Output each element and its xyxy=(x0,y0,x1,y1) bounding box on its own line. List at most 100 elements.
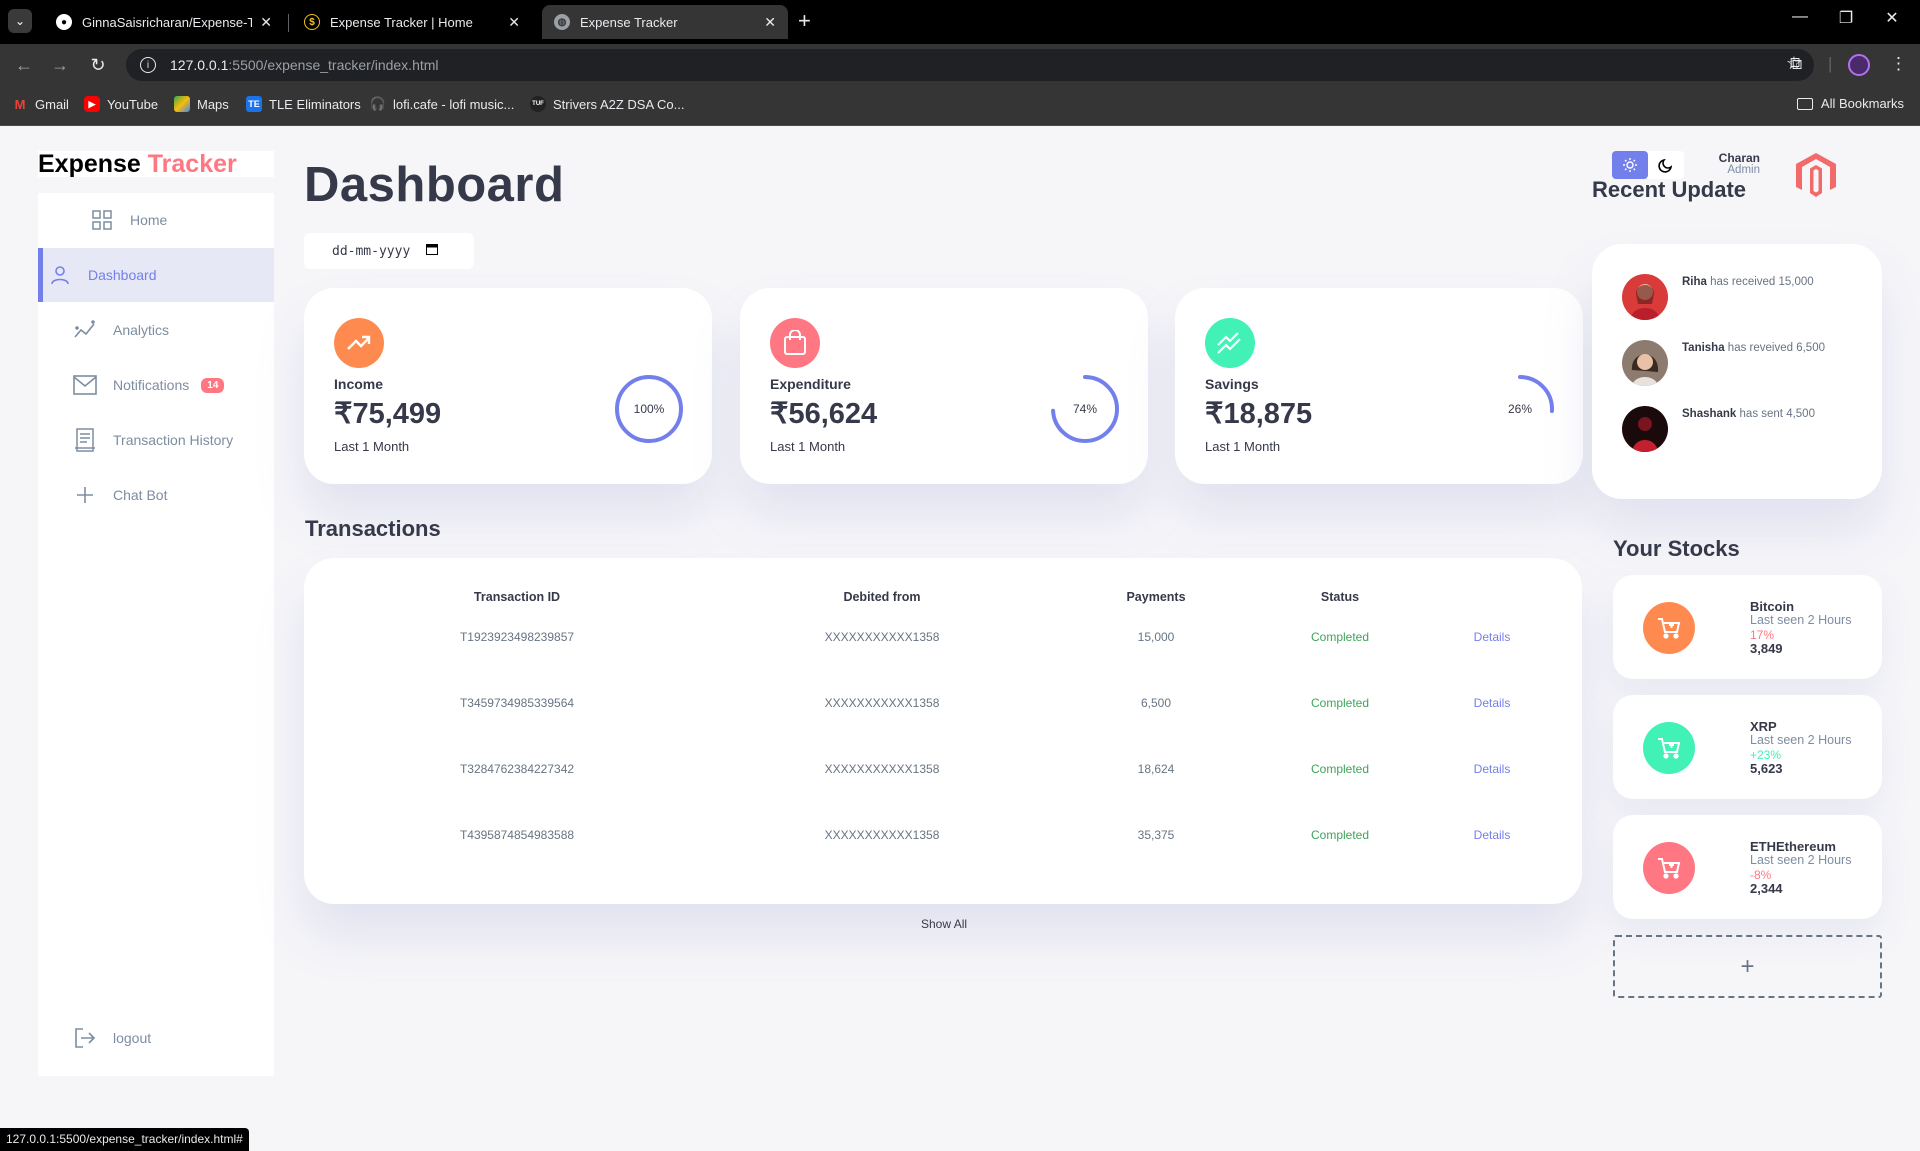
date-input[interactable]: dd-mm-yyyy xyxy=(304,233,474,269)
sidebar-item-label: logout xyxy=(113,1030,152,1046)
browser-tab-active[interactable]: ◍ Expense Tracker ✕ xyxy=(542,5,788,39)
column-header: Payments xyxy=(1126,590,1186,604)
details-link[interactable]: Details xyxy=(1474,762,1511,776)
page-title: Dashboard xyxy=(304,158,565,212)
trending-up-icon xyxy=(334,318,384,368)
status-text: Completed xyxy=(1310,696,1370,710)
close-icon[interactable]: ✕ xyxy=(764,14,776,31)
bookmark-youtube[interactable]: ▶ YouTube xyxy=(84,96,158,112)
extensions-icon[interactable]: ⧉ xyxy=(1790,54,1802,74)
plus-icon xyxy=(73,483,97,507)
bookmark-tle[interactable]: TE TLE Eliminators xyxy=(246,96,361,112)
update-item: Tanisha has reveived 6,500 xyxy=(1622,340,1872,388)
sidebar-item-chat-bot[interactable]: Chat Bot xyxy=(38,468,274,522)
browser-tab-home[interactable]: $ Expense Tracker | Home ✕ xyxy=(292,5,532,39)
card-period: Last 1 Month xyxy=(334,439,410,454)
browser-toolbar: ← → ↻ i 127.0.0.1:5500/expense_tracker/i… xyxy=(0,44,1920,86)
notifications-badge: 14 xyxy=(201,377,225,393)
mail-icon xyxy=(73,373,97,397)
url-text: 127.0.0.1:5500/expense_tracker/index.htm… xyxy=(170,57,439,73)
transactions-table: Transaction ID Debited from Payments Sta… xyxy=(304,558,1582,904)
stock-card-xrp[interactable]: XRP Last seen 2 Hours +23% 5,623 xyxy=(1613,695,1882,799)
coin-icon: $ xyxy=(304,14,320,30)
tab-title: GinnaSaisricharan/Expense-Trac xyxy=(82,14,253,30)
table-row: T4395874854983588 XXXXXXXXXXX1358 35,375… xyxy=(304,828,1582,848)
card-amount: ₹56,624 xyxy=(770,398,878,430)
table-row: T3459734985339564 XXXXXXXXXXX1358 6,500 … xyxy=(304,696,1582,716)
progress-percent: 26% xyxy=(1507,402,1533,416)
address-bar[interactable]: i 127.0.0.1:5500/expense_tracker/index.h… xyxy=(126,49,1814,81)
sidebar-item-dashboard[interactable]: Dashboard xyxy=(38,248,274,302)
browser-tab-github[interactable]: ● GinnaSaisricharan/Expense-Trac ✕ xyxy=(44,5,284,39)
date-placeholder: dd-mm-yyyy xyxy=(332,243,411,259)
bookmark-gmail[interactable]: M Gmail xyxy=(12,96,69,112)
bookmark-maps[interactable]: Maps xyxy=(174,96,229,112)
add-stock-button[interactable]: + xyxy=(1613,935,1882,998)
table-row: T1923923498239857 XXXXXXXXXXX1358 15,000… xyxy=(304,630,1582,650)
shopping-bag-icon xyxy=(770,318,820,368)
expenditure-card: Expenditure ₹56,624 Last 1 Month 74% xyxy=(740,288,1148,484)
show-all-link[interactable]: Show All xyxy=(921,917,967,931)
sidebar-item-home[interactable]: Home xyxy=(38,193,274,247)
calendar-icon[interactable] xyxy=(426,243,439,259)
back-icon[interactable]: ← xyxy=(12,53,36,77)
forward-icon[interactable]: → xyxy=(48,53,72,77)
sidebar-item-transaction-history[interactable]: Transaction History xyxy=(38,413,274,467)
card-label: Expenditure xyxy=(770,376,851,392)
column-header: Debited from xyxy=(843,590,921,604)
sun-icon[interactable] xyxy=(1612,151,1648,179)
debited-from: XXXXXXXXXXX1358 xyxy=(824,630,940,644)
bookmark-strivers[interactable]: TUF Strivers A2Z DSA Co... xyxy=(530,96,685,112)
new-tab-button[interactable]: + xyxy=(798,10,811,32)
details-link[interactable]: Details xyxy=(1474,696,1511,710)
status-text: Completed xyxy=(1310,828,1370,842)
site-info-icon[interactable]: i xyxy=(140,57,156,73)
profile-avatar[interactable] xyxy=(1848,54,1870,76)
sidebar-item-label: Dashboard xyxy=(88,267,157,283)
recent-update-title: Recent Update xyxy=(1592,177,1747,202)
update-text: Riha has received 15,000 xyxy=(1682,276,1814,288)
logout-icon xyxy=(73,1026,97,1050)
status-bar-url: 127.0.0.1:5500/expense_tracker/index.htm… xyxy=(0,1128,249,1151)
sidebar-item-logout[interactable]: logout xyxy=(38,1011,274,1065)
bookmark-lofi[interactable]: 🎧 lofi.cafe - lofi music... xyxy=(370,96,514,112)
grid-icon xyxy=(90,208,114,232)
tab-search-button[interactable]: ⌄ xyxy=(8,9,32,33)
update-text: Shashank has sent 4,500 xyxy=(1682,408,1815,420)
stock-change: -8% xyxy=(1750,868,1772,882)
minimize-icon[interactable]: — xyxy=(1780,8,1820,26)
transaction-id: T3284762384227342 xyxy=(459,762,575,776)
details-link[interactable]: Details xyxy=(1474,828,1511,842)
savings-card: Savings ₹18,875 Last 1 Month 26% xyxy=(1175,288,1583,484)
stock-card-bitcoin[interactable]: Bitcoin Last seen 2 Hours 17% 3,849 xyxy=(1613,575,1882,679)
avatar xyxy=(1622,274,1668,320)
restore-icon[interactable]: ❐ xyxy=(1826,8,1866,28)
app-root: Expense Tracker Home Dashboard Analytics xyxy=(0,127,1920,1151)
stock-value: 2,344 xyxy=(1750,881,1783,896)
cart-icon xyxy=(1643,722,1695,774)
debited-from: XXXXXXXXXXX1358 xyxy=(824,828,940,842)
theme-toggle[interactable] xyxy=(1612,151,1684,179)
stocks-trend-icon xyxy=(1205,318,1255,368)
sidebar-item-label: Chat Bot xyxy=(113,487,168,503)
globe-icon: ◍ xyxy=(554,14,570,30)
window-close-icon[interactable]: ✕ xyxy=(1872,8,1912,28)
stock-name: ETHEthereum xyxy=(1750,839,1836,854)
all-bookmarks[interactable]: All Bookmarks xyxy=(1796,96,1904,111)
stock-card-ethereum[interactable]: ETHEthereum Last seen 2 Hours -8% 2,344 xyxy=(1613,815,1882,919)
tab-title: Expense Tracker xyxy=(580,14,678,30)
details-link[interactable]: Details xyxy=(1474,630,1511,644)
payment-amount: 15,000 xyxy=(1137,630,1175,644)
table-header: Transaction ID Debited from Payments Sta… xyxy=(304,590,1582,610)
card-period: Last 1 Month xyxy=(770,439,846,454)
close-icon[interactable]: ✕ xyxy=(260,14,272,31)
sidebar-item-notifications[interactable]: Notifications 14 xyxy=(38,358,274,412)
moon-icon[interactable] xyxy=(1648,151,1684,179)
user-role: Admin xyxy=(1727,164,1760,176)
reload-icon[interactable]: ↻ xyxy=(86,53,110,77)
sidebar-item-analytics[interactable]: Analytics xyxy=(38,303,274,357)
menu-dots-icon[interactable]: ⋮ xyxy=(1890,54,1907,74)
close-icon[interactable]: ✕ xyxy=(508,14,520,31)
payment-amount: 35,375 xyxy=(1137,828,1175,842)
maps-icon xyxy=(174,96,190,112)
